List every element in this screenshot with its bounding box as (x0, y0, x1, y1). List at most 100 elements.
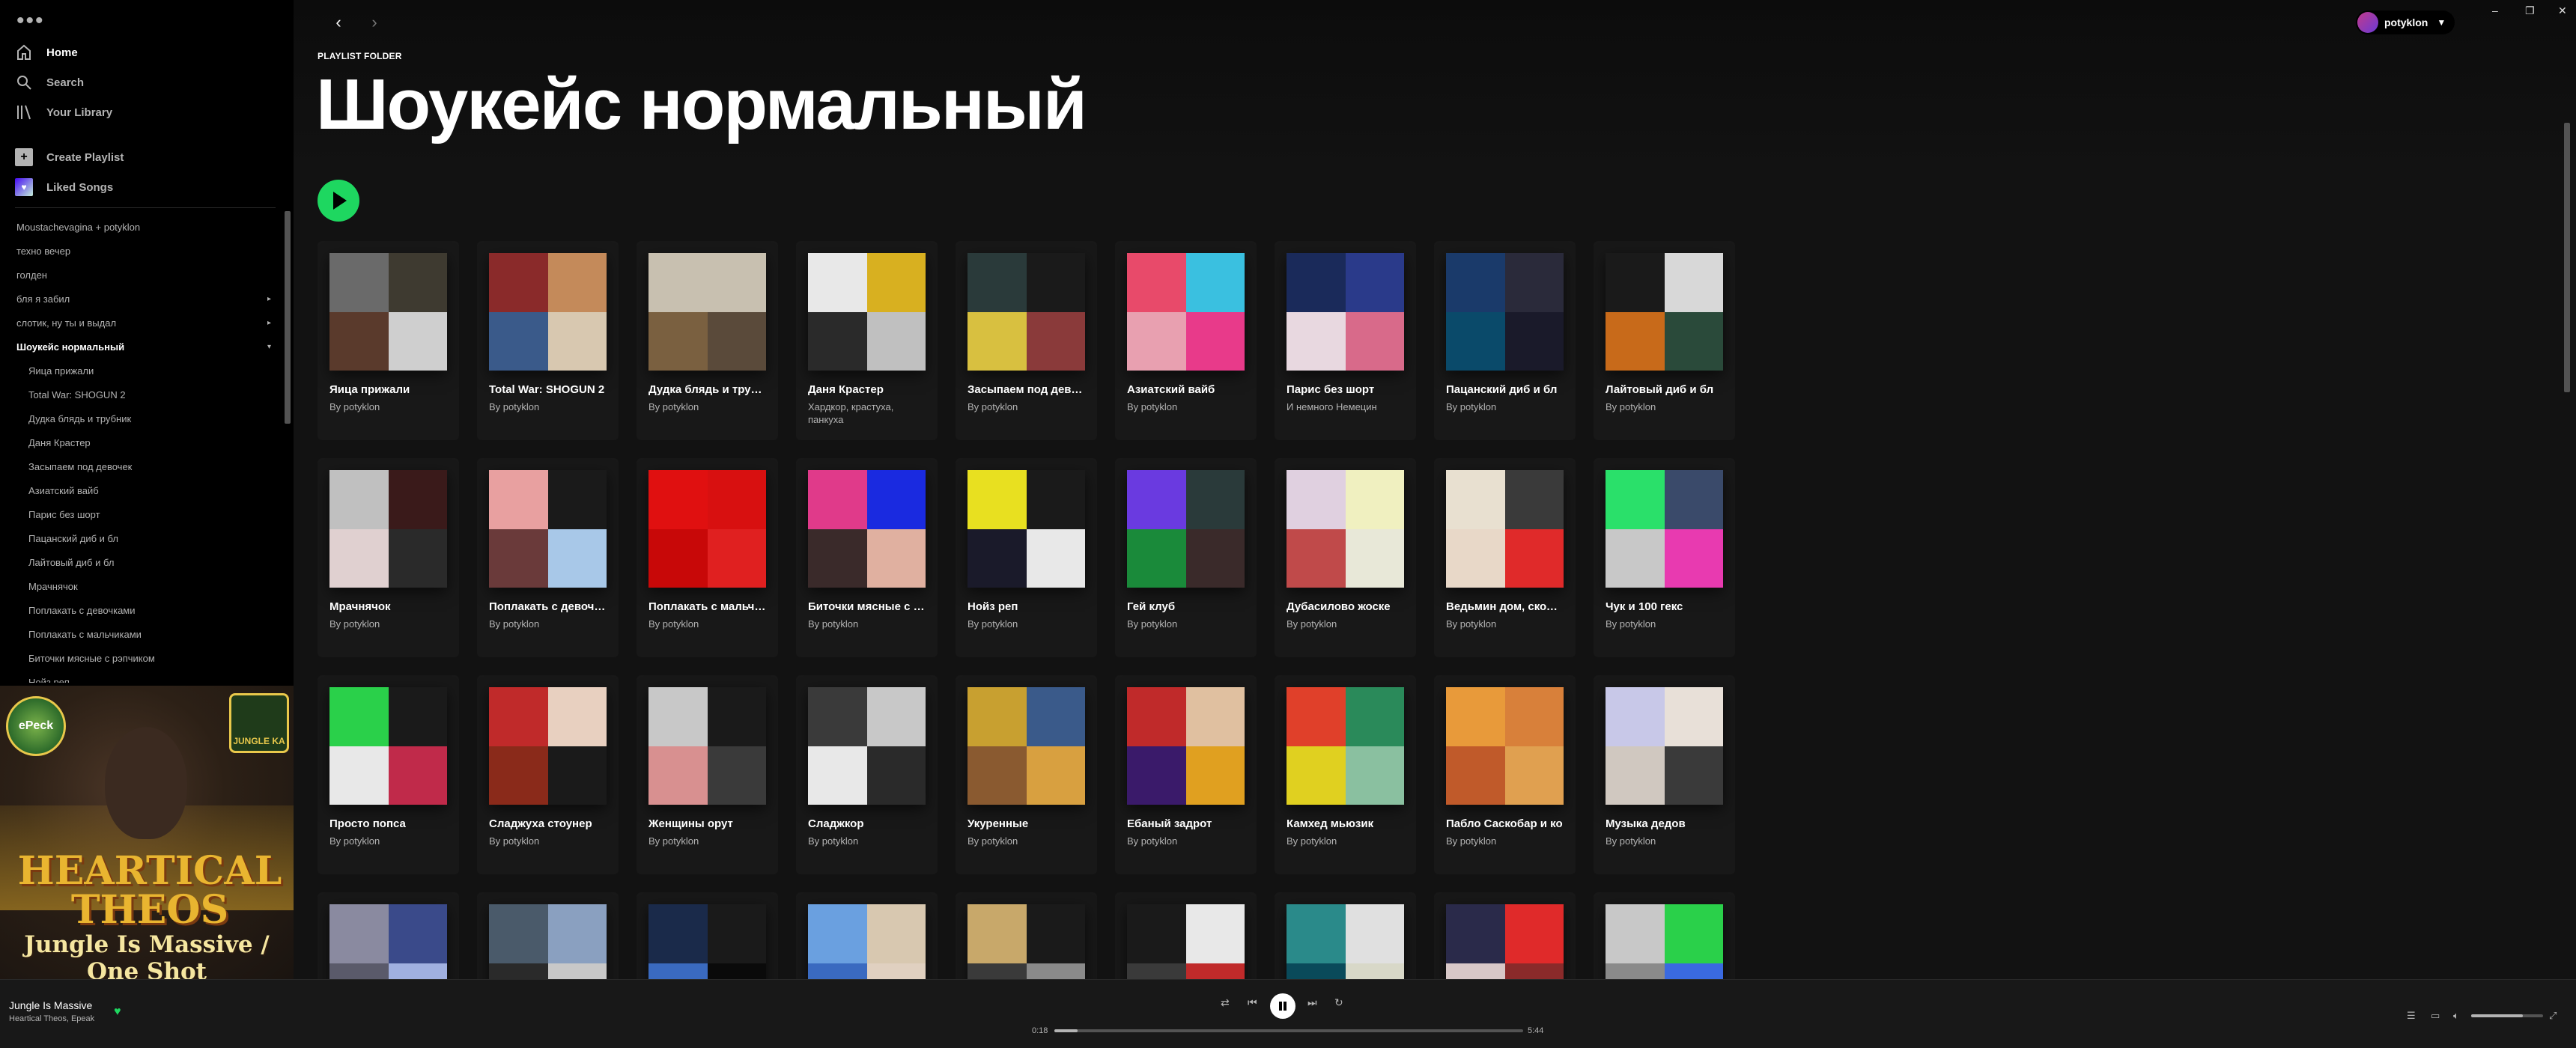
playlist-card[interactable] (1275, 892, 1416, 979)
progress-bar[interactable] (1054, 1029, 1523, 1032)
playlist-card[interactable]: Биточки мясные с рэпчиком By potyklon (796, 458, 938, 657)
playlist-card-title: Укуренные (967, 817, 1029, 830)
user-menu-button[interactable]: potyklon ▼ (2356, 10, 2455, 34)
playlist-card[interactable]: Total War: SHOGUN 2 By potyklon (477, 241, 619, 440)
cover-tile (489, 687, 548, 746)
sidebar-playlist-item[interactable]: Лайтовый диб и бл (16, 551, 279, 575)
playlist-card[interactable]: Пабло Саскобар и ко By potyklon (1434, 675, 1576, 874)
back-button[interactable]: ‹ (328, 12, 349, 33)
sidebar-playlist-item[interactable]: Пацанский диб и бл (16, 527, 279, 551)
playlist-card[interactable]: Засыпаем под девочек By potyklon (956, 241, 1097, 440)
cover-tile (808, 904, 867, 963)
playlist-card[interactable]: Нойз реп By potyklon (956, 458, 1097, 657)
sidebar-playlist-item[interactable]: Total War: SHOGUN 2 (16, 383, 279, 407)
cover-tile (967, 528, 1027, 588)
now-playing-title[interactable]: Jungle Is Massive (9, 999, 92, 1011)
playlist-card[interactable]: Гей клуб By potyklon (1115, 458, 1257, 657)
playlist-card[interactable]: Ведьмин дом, сколько лет By potyklon (1434, 458, 1576, 657)
devices-icon[interactable]: ▭ (2431, 1010, 2440, 1022)
main-scrollbar[interactable] (2564, 123, 2570, 392)
volume-icon[interactable]: 🔈︎ (2453, 1010, 2459, 1022)
playlist-card[interactable] (1115, 892, 1257, 979)
shuffle-icon[interactable]: ⇄ (1221, 996, 1230, 1009)
playlist-card[interactable]: Музыка дедов By potyklon (1594, 675, 1735, 874)
playlist-label: Дудка блядь и трубник (28, 413, 132, 424)
sidebar-item-library[interactable]: Your Library (15, 97, 285, 127)
sidebar-playlist-item[interactable]: Шоукейс нормальный ▾ (16, 335, 279, 359)
next-icon[interactable]: ⏭ (1307, 996, 1317, 1009)
playlist-card[interactable]: Яица прижали By potyklon (318, 241, 459, 440)
sidebar-playlist-item[interactable]: бля я забил ▸ (16, 287, 279, 311)
playlist-card[interactable]: Ебаный задрот By potyklon (1115, 675, 1257, 874)
sidebar-playlist-item[interactable]: Яица прижали (16, 359, 279, 383)
playlist-card[interactable]: Камхед мьюзик By potyklon (1275, 675, 1416, 874)
sidebar-playlist-item[interactable]: Биточки мясные с рэпчиком (16, 647, 279, 671)
repeat-icon[interactable]: ↻ (1334, 996, 1343, 1009)
now-playing-cover-art[interactable]: ePeck JUNGLE KA HEARTICAL THEOS Jungle I… (0, 686, 294, 979)
playlist-card[interactable] (956, 892, 1097, 979)
sidebar-item-search[interactable]: Search (15, 67, 285, 97)
playlist-card[interactable]: Пацанский диб и бл By potyklon (1434, 241, 1576, 440)
playlist-card[interactable]: Лайтовый диб и бл By potyklon (1594, 241, 1735, 440)
playlist-card[interactable] (1434, 892, 1576, 979)
pause-icon[interactable] (1270, 993, 1295, 1019)
window-minimize-button[interactable]: – (2492, 4, 2498, 16)
playlist-card-title: Просто попса (329, 817, 406, 830)
like-heart-icon[interactable]: ♥ (114, 1005, 121, 1019)
cover-tile (547, 528, 607, 588)
playlist-card[interactable] (1594, 892, 1735, 979)
forward-button[interactable]: › (364, 12, 385, 33)
liked-songs-button[interactable]: ♥ Liked Songs (15, 172, 285, 202)
window-close-button[interactable]: ✕ (2558, 4, 2567, 17)
sidebar-playlist-item[interactable]: техно вечер (16, 240, 279, 263)
sidebar-playlist-item[interactable]: Засыпаем под девочек (16, 455, 279, 479)
sidebar-playlist-item[interactable]: Даня Крастер (16, 431, 279, 455)
playlist-card[interactable]: Просто попса By potyklon (318, 675, 459, 874)
cover-tile (808, 528, 867, 588)
sidebar-playlist-item[interactable]: Поплакать с мальчиками (16, 623, 279, 647)
volume-slider[interactable] (2471, 1014, 2543, 1017)
more-menu-icon[interactable]: ••• (16, 10, 45, 32)
sidebar-scrollbar[interactable] (285, 211, 291, 424)
cover-tile (808, 311, 867, 371)
playlist-card[interactable]: Укуренные By potyklon (956, 675, 1097, 874)
sidebar-playlist-item[interactable]: Нойз реп (16, 671, 279, 683)
sidebar-item-home[interactable]: Home (15, 37, 285, 67)
playlist-card[interactable]: Дубасилово жоске By potyklon (1275, 458, 1416, 657)
chevron-right-icon[interactable]: ▸ (267, 311, 271, 335)
previous-icon[interactable]: ⏮ (1248, 996, 1257, 1009)
playlist-card[interactable] (637, 892, 778, 979)
fullscreen-icon[interactable]: ⤢ (2549, 1010, 2557, 1022)
sidebar-playlist-item[interactable]: Поплакать с девочками (16, 599, 279, 623)
play-button[interactable] (318, 180, 359, 222)
sidebar-playlist-item[interactable]: голден (16, 263, 279, 287)
sidebar-playlist-item[interactable]: Moustachevagina + potyklon (16, 216, 279, 240)
sidebar-playlist-item[interactable]: Парис без шорт (16, 503, 279, 527)
playlist-card[interactable]: Парис без шорт И немного Немецин (1275, 241, 1416, 440)
playlist-card[interactable]: Поплакать с мальчиками By potyklon (637, 458, 778, 657)
now-playing-artist[interactable]: Heartical Theos, Epeak (9, 1014, 94, 1023)
create-playlist-button[interactable]: + Create Playlist (15, 142, 285, 172)
playlist-card[interactable]: Мрачнячок By potyklon (318, 458, 459, 657)
cover-tile (1504, 904, 1564, 963)
sidebar-playlist-item[interactable]: Азиатский вайб (16, 479, 279, 503)
playlist-card[interactable]: Азиатский вайб By potyklon (1115, 241, 1257, 440)
playlist-card[interactable]: Сладжуха стоунер By potyklon (477, 675, 619, 874)
playlist-card[interactable] (477, 892, 619, 979)
sidebar-playlist-item[interactable]: Мрачнячок (16, 575, 279, 599)
sidebar-playlist-item[interactable]: слотик, ну ты и выдал ▸ (16, 311, 279, 335)
playlist-card[interactable]: Дудка блядь и трубник By potyklon (637, 241, 778, 440)
playlist-card[interactable]: Даня Крастер Хардкор, крастуха, панкуха (796, 241, 938, 440)
playlist-card[interactable]: Поплакать с девочками By potyklon (477, 458, 619, 657)
window-maximize-button[interactable]: ❐ (2525, 4, 2535, 17)
sidebar-playlist-item[interactable]: Дудка блядь и трубник (16, 407, 279, 431)
playlist-card[interactable]: Чук и 100 гекс By potyklon (1594, 458, 1735, 657)
chevron-down-icon[interactable]: ▾ (267, 335, 271, 359)
playlist-card[interactable]: Сладжкор By potyklon (796, 675, 938, 874)
playlist-card[interactable] (796, 892, 938, 979)
queue-icon[interactable]: ☰ (2407, 1010, 2416, 1022)
playlist-card[interactable]: Женщины орут By potyklon (637, 675, 778, 874)
chevron-right-icon[interactable]: ▸ (267, 287, 271, 311)
playlist-card[interactable] (318, 892, 459, 979)
cover-tile (1287, 528, 1346, 588)
